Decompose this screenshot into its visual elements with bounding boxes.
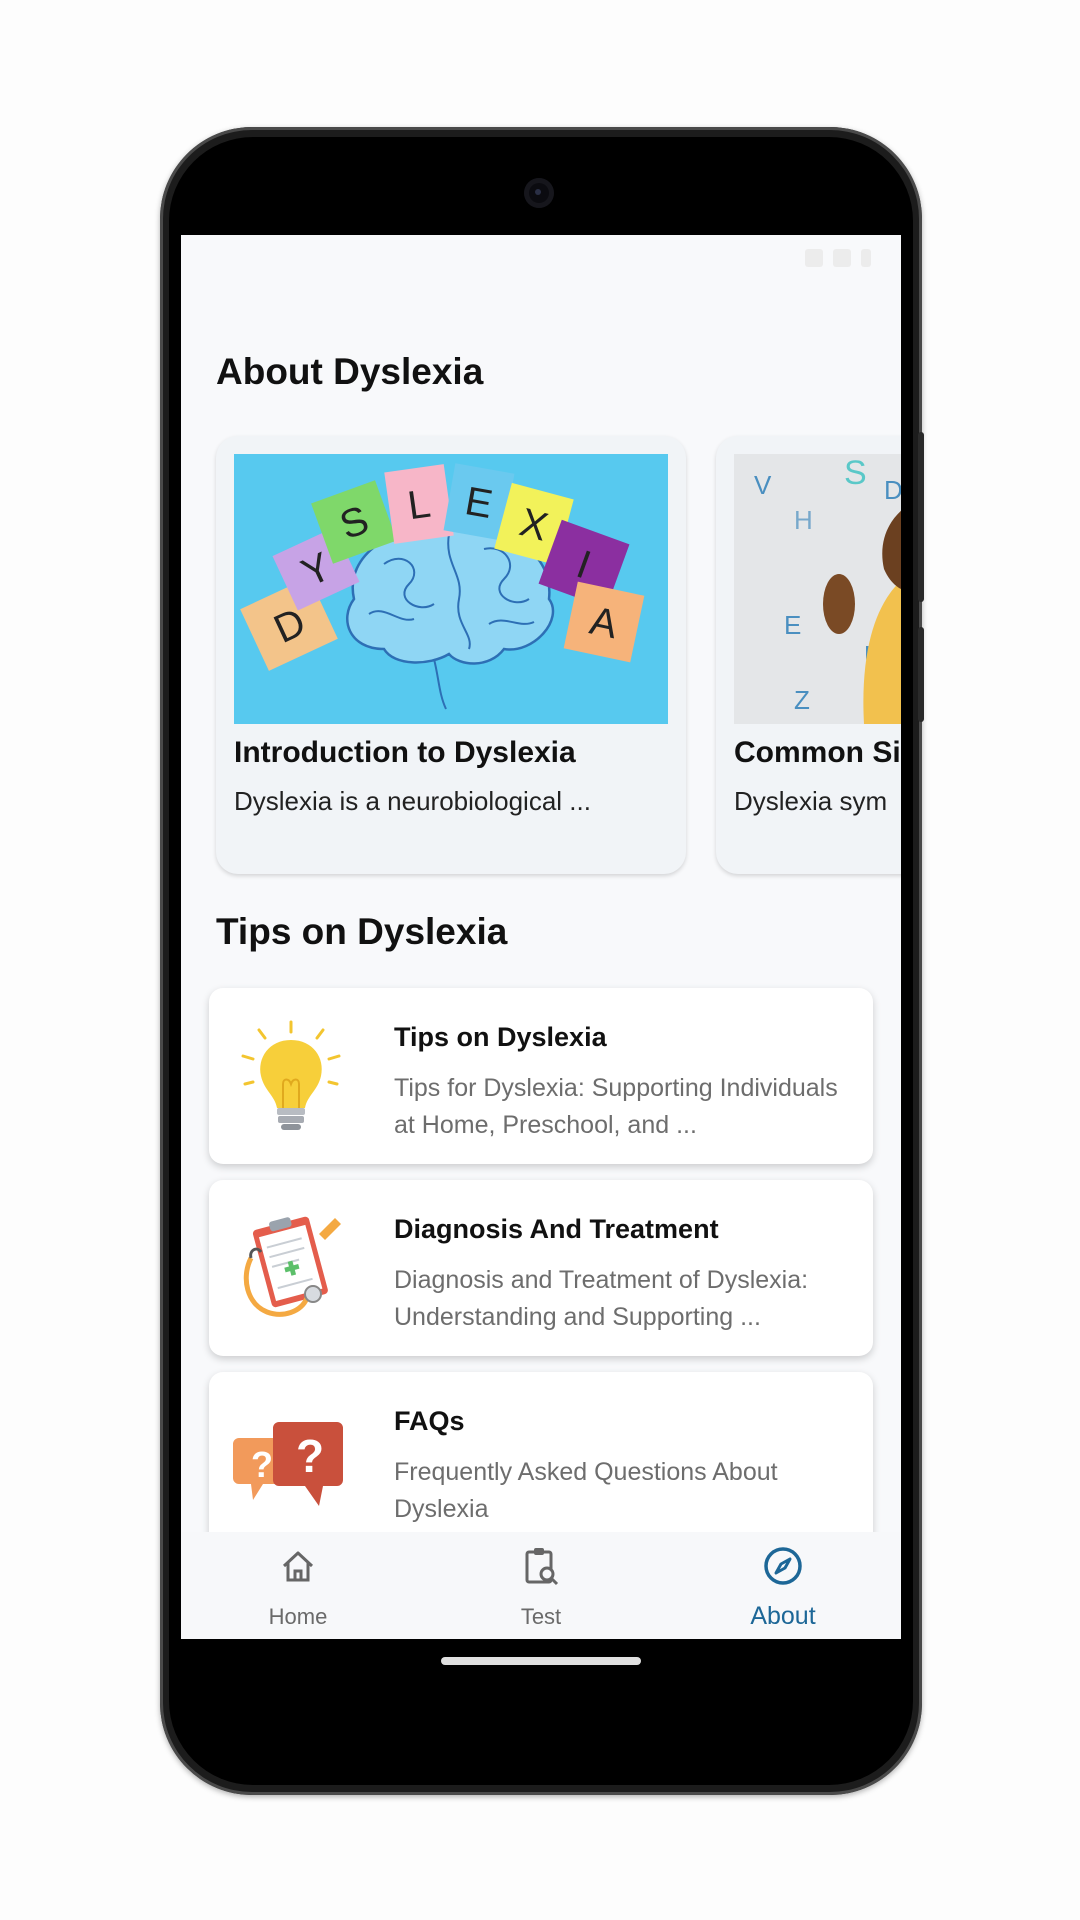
- svg-text:V: V: [754, 470, 772, 500]
- battery-icon: [861, 249, 871, 267]
- nav-about[interactable]: About: [693, 1546, 873, 1636]
- question-bubbles-icon: ? ?: [231, 1400, 351, 1520]
- svg-text:?: ?: [251, 1444, 273, 1485]
- wifi-icon: [805, 249, 823, 267]
- about-carousel[interactable]: D Y S L E X I A Introduction to Dyslexia…: [216, 436, 901, 876]
- bottom-navigation: Home Test About: [181, 1532, 901, 1639]
- app-screen: About Dyslexia D Y S L E X I A Introduct…: [181, 235, 901, 1639]
- svg-text:E: E: [784, 610, 801, 640]
- status-icons: [805, 249, 871, 267]
- tip-title: Tips on Dyslexia: [394, 1022, 607, 1052]
- clipboard-search-icon: [525, 1548, 559, 1586]
- card-description: Dyslexia is a neurobiological ...: [234, 786, 591, 816]
- dyslexia-brain-image: D Y S L E X I A: [234, 454, 668, 724]
- carousel-card-introduction[interactable]: D Y S L E X I A Introduction to Dyslexia…: [216, 436, 686, 874]
- carousel-card-common-signs[interactable]: V H D E Z U S Common Si Dyslexia sym: [716, 436, 901, 874]
- power-button: [918, 432, 924, 602]
- status-bar: [181, 235, 901, 281]
- svg-text:S: S: [844, 454, 867, 492]
- tip-card-diagnosis[interactable]: Diagnosis And Treatment Diagnosis and Tr…: [209, 1180, 873, 1356]
- tips-section-title: Tips on Dyslexia: [216, 911, 508, 952]
- svg-text:Z: Z: [794, 685, 810, 715]
- svg-text:D: D: [884, 475, 901, 505]
- nav-home-label: Home: [268, 1604, 328, 1629]
- signal-icon: [833, 249, 851, 267]
- tip-description: Diagnosis and Treatment of Dyslexia: Und…: [394, 1266, 809, 1331]
- card-title: Common Si: [734, 736, 901, 769]
- nav-test[interactable]: Test: [451, 1546, 631, 1636]
- home-indicator[interactable]: [441, 1657, 641, 1665]
- tip-description: Tips for Dyslexia: Supporting Individual…: [394, 1074, 838, 1139]
- svg-text:H: H: [794, 505, 813, 535]
- tip-card-tips[interactable]: Tips on Dyslexia Tips for Dyslexia: Supp…: [209, 988, 873, 1164]
- lightbulb-icon: [231, 1016, 351, 1136]
- tip-description: Frequently Asked Questions About Dyslexi…: [394, 1458, 778, 1523]
- girl-letters-image: V H D E Z U S: [734, 454, 901, 724]
- card-description: Dyslexia sym: [734, 786, 888, 816]
- compass-icon: [764, 1547, 802, 1585]
- front-camera: [524, 178, 554, 208]
- card-title: Introduction to Dyslexia: [234, 736, 576, 769]
- tip-title: Diagnosis And Treatment: [394, 1214, 719, 1244]
- nav-home[interactable]: Home: [208, 1546, 388, 1636]
- tip-card-faqs[interactable]: ? ? FAQs Frequently Asked Questions Abou…: [209, 1372, 873, 1548]
- about-section-title: About Dyslexia: [216, 351, 484, 392]
- tip-title: FAQs: [394, 1406, 465, 1436]
- nav-about-label: About: [750, 1602, 816, 1630]
- home-icon: [282, 1551, 314, 1582]
- volume-button: [918, 627, 924, 722]
- svg-text:?: ?: [296, 1430, 324, 1482]
- nav-test-label: Test: [520, 1604, 562, 1629]
- clipboard-stethoscope-icon: [231, 1208, 351, 1328]
